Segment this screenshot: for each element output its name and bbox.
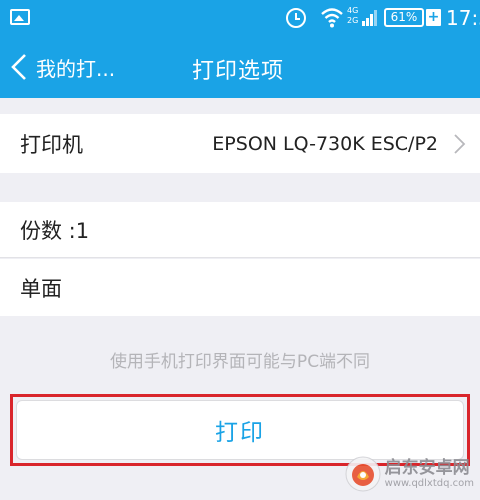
watermark-logo-icon	[345, 456, 381, 492]
hint-text: 使用手机打印界面可能与PC端不同	[109, 352, 371, 372]
watermark-name: 启东安卓网	[384, 458, 470, 478]
status-time: 17:35	[446, 6, 480, 30]
page-title: 打印选项	[192, 59, 285, 84]
copies-row[interactable]: 份数 :1	[0, 202, 480, 258]
duplex-label: 单面	[20, 276, 62, 301]
chevron-right-icon	[454, 134, 466, 154]
back-label: 我的打...	[36, 56, 116, 81]
image-notification-icon	[10, 9, 30, 25]
network-2g-label: 2G	[347, 16, 359, 25]
signal-icon	[362, 10, 377, 26]
watermark-text: 启东安卓网 www.qdlxtdq.com	[385, 458, 474, 490]
back-button[interactable]: 我的打...	[8, 48, 158, 86]
print-button[interactable]: 打印	[16, 400, 464, 460]
printer-label: 打印机	[20, 132, 83, 157]
watermark-url: www.qdlxtdq.com	[384, 478, 474, 489]
status-bar: 4G 2G 61% + 17:35	[0, 0, 480, 36]
print-options-screen: 4G 2G 61% + 17:35 我的打... 打印选项 打印机 EPSON …	[0, 0, 480, 500]
printer-value: EPSON LQ-730K ESC/P2	[212, 132, 438, 155]
printer-row[interactable]: 打印机 EPSON LQ-730K ESC/P2	[0, 114, 480, 173]
charging-icon: +	[426, 9, 441, 26]
title-bar: 我的打... 打印选项	[0, 36, 480, 98]
network-4g-label: 4G	[347, 6, 359, 15]
duplex-row[interactable]: 单面	[0, 259, 480, 316]
watermark: 启东安卓网 www.qdlxtdq.com	[345, 456, 474, 492]
chevron-left-icon	[11, 54, 26, 80]
wifi-icon	[321, 8, 343, 28]
print-button-label: 打印	[215, 420, 265, 446]
copies-label: 份数 :1	[20, 218, 90, 243]
battery-indicator: 61%	[384, 8, 424, 27]
alarm-clock-icon	[286, 8, 306, 28]
network-type: 4G 2G	[347, 6, 358, 26]
